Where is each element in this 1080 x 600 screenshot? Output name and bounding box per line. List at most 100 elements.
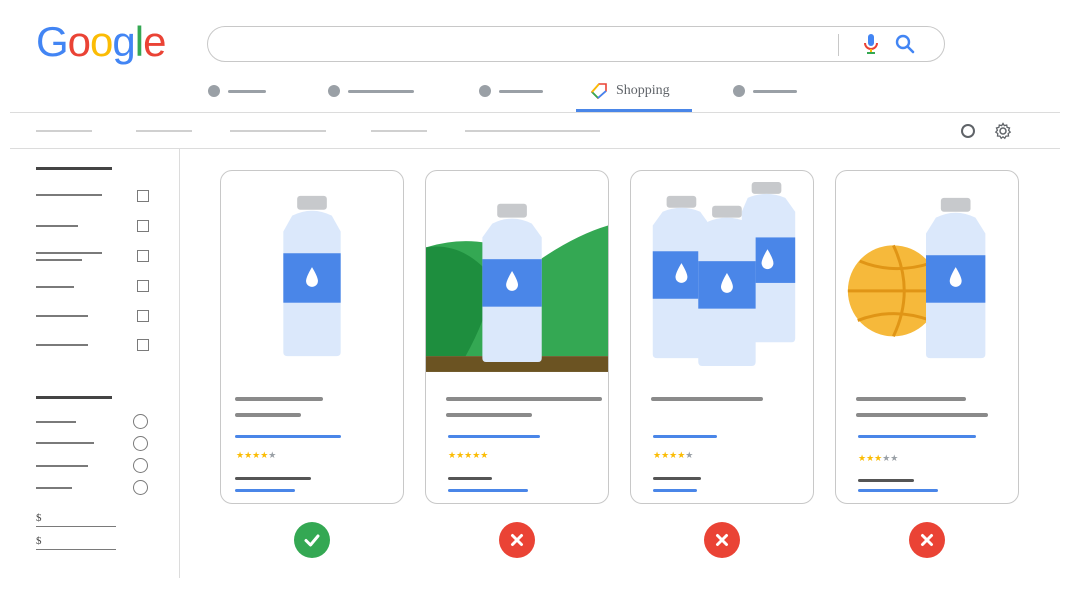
- filter-checkbox[interactable]: [137, 310, 149, 322]
- water-bottle-icon: [926, 197, 986, 359]
- filter-checkbox[interactable]: [137, 250, 149, 262]
- filter-group-heading: [36, 167, 112, 170]
- product-price-placeholder: [448, 435, 540, 438]
- filter-option-label: [36, 487, 72, 489]
- water-bottle-icon: [698, 205, 756, 367]
- filter-option-label: [36, 315, 88, 317]
- product-title-placeholder: [235, 413, 301, 417]
- merchant-link-placeholder[interactable]: [653, 489, 697, 492]
- water-bottle-icon: [283, 195, 341, 357]
- product-image: [847, 197, 986, 359]
- shopping-tag-icon: [590, 83, 607, 100]
- product-title-placeholder: [651, 397, 763, 401]
- water-bottle-icon: [482, 203, 542, 363]
- product-title-placeholder: [446, 397, 602, 401]
- filter-option-label: [36, 344, 88, 346]
- tab-placeholder[interactable]: [208, 76, 266, 106]
- tab-label-placeholder: [348, 89, 414, 93]
- price-max-symbol: $: [36, 535, 42, 547]
- tab-shopping-label: Shopping: [616, 83, 670, 98]
- price-min-symbol: $: [36, 512, 42, 524]
- merchant-placeholder: [235, 477, 311, 480]
- tab-placeholder[interactable]: [733, 76, 797, 106]
- tab-label-placeholder: [499, 89, 543, 93]
- tab-shopping[interactable]: Shopping: [590, 76, 670, 106]
- filter-option-label: [36, 252, 102, 254]
- google-logo[interactable]: Google: [36, 18, 166, 66]
- logo-letter: o: [67, 18, 91, 65]
- tool-placeholder[interactable]: [36, 130, 92, 132]
- filter-checkbox[interactable]: [137, 339, 149, 351]
- filter-option-label: [36, 286, 74, 288]
- rejected-x-icon: [704, 522, 740, 558]
- tool-placeholder[interactable]: [371, 130, 427, 132]
- product-card[interactable]: ★★★★★: [835, 170, 1019, 504]
- merchant-placeholder: [858, 479, 914, 482]
- basketball-icon: [847, 244, 939, 337]
- product-card[interactable]: ★★★★★: [425, 170, 609, 504]
- product-price-placeholder: [235, 435, 341, 438]
- logo-letter: l: [134, 18, 144, 65]
- logo-letter: o: [90, 18, 113, 65]
- search-tabs: Shopping: [200, 76, 820, 112]
- merchant-link-placeholder[interactable]: [235, 489, 295, 492]
- filter-option-label: [36, 465, 88, 467]
- logo-letter: e: [143, 18, 166, 65]
- filter-group-heading: [36, 396, 112, 399]
- product-image: [426, 203, 608, 372]
- filter-radio[interactable]: [133, 436, 148, 451]
- star-rating: ★★★★★: [653, 450, 694, 460]
- mic-icon[interactable]: [862, 33, 880, 55]
- product-card[interactable]: ★★★★★: [220, 170, 404, 504]
- rejected-x-icon: [499, 522, 535, 558]
- product-image: [652, 182, 796, 367]
- product-title-placeholder: [856, 397, 966, 401]
- star-rating: ★★★★★: [448, 450, 489, 460]
- search-input[interactable]: [207, 26, 945, 62]
- filter-option-label: [36, 259, 82, 261]
- tab-dot: [208, 85, 220, 97]
- search-divider: [838, 34, 839, 56]
- rejected-x-icon: [909, 522, 945, 558]
- tab-placeholder[interactable]: [479, 76, 543, 106]
- filter-checkbox[interactable]: [137, 220, 149, 232]
- search-tools-bar: [0, 114, 1080, 148]
- search-icon[interactable]: [894, 33, 916, 55]
- tab-dot: [328, 85, 340, 97]
- product-price-placeholder: [858, 435, 976, 438]
- product-price-placeholder: [653, 435, 717, 438]
- price-max-field[interactable]: [36, 549, 116, 550]
- filter-checkbox[interactable]: [137, 190, 149, 202]
- merchant-placeholder: [653, 477, 701, 480]
- product-title-placeholder: [446, 413, 532, 417]
- tool-placeholder[interactable]: [136, 130, 192, 132]
- price-min-field[interactable]: [36, 526, 116, 527]
- filter-option-label: [36, 194, 102, 196]
- logo-letter: G: [36, 18, 69, 65]
- gear-icon[interactable]: [994, 122, 1012, 140]
- filter-radio[interactable]: [133, 480, 148, 495]
- header-divider: [10, 112, 1060, 113]
- product-card[interactable]: ★★★★★: [630, 170, 814, 504]
- merchant-link-placeholder[interactable]: [448, 489, 528, 492]
- star-rating: ★★★★★: [858, 453, 899, 463]
- merchant-link-placeholder[interactable]: [858, 489, 938, 492]
- tool-placeholder[interactable]: [230, 130, 326, 132]
- tab-label-placeholder: [228, 89, 266, 93]
- tab-placeholder[interactable]: [328, 76, 414, 106]
- filter-radio[interactable]: [133, 458, 148, 473]
- product-image: [283, 195, 341, 357]
- filter-checkbox[interactable]: [137, 280, 149, 292]
- tab-dot: [733, 85, 745, 97]
- filter-sidebar: $ $: [0, 148, 180, 578]
- product-title-placeholder: [235, 397, 323, 401]
- filter-option-label: [36, 421, 76, 423]
- filter-radio[interactable]: [133, 414, 148, 429]
- tab-dot: [479, 85, 491, 97]
- tab-label-placeholder: [753, 89, 797, 93]
- tool-placeholder[interactable]: [465, 130, 600, 132]
- star-rating: ★★★★★: [236, 450, 277, 460]
- theme-toggle-icon[interactable]: [961, 124, 975, 138]
- product-title-placeholder: [856, 413, 988, 417]
- approved-check-icon: [294, 522, 330, 558]
